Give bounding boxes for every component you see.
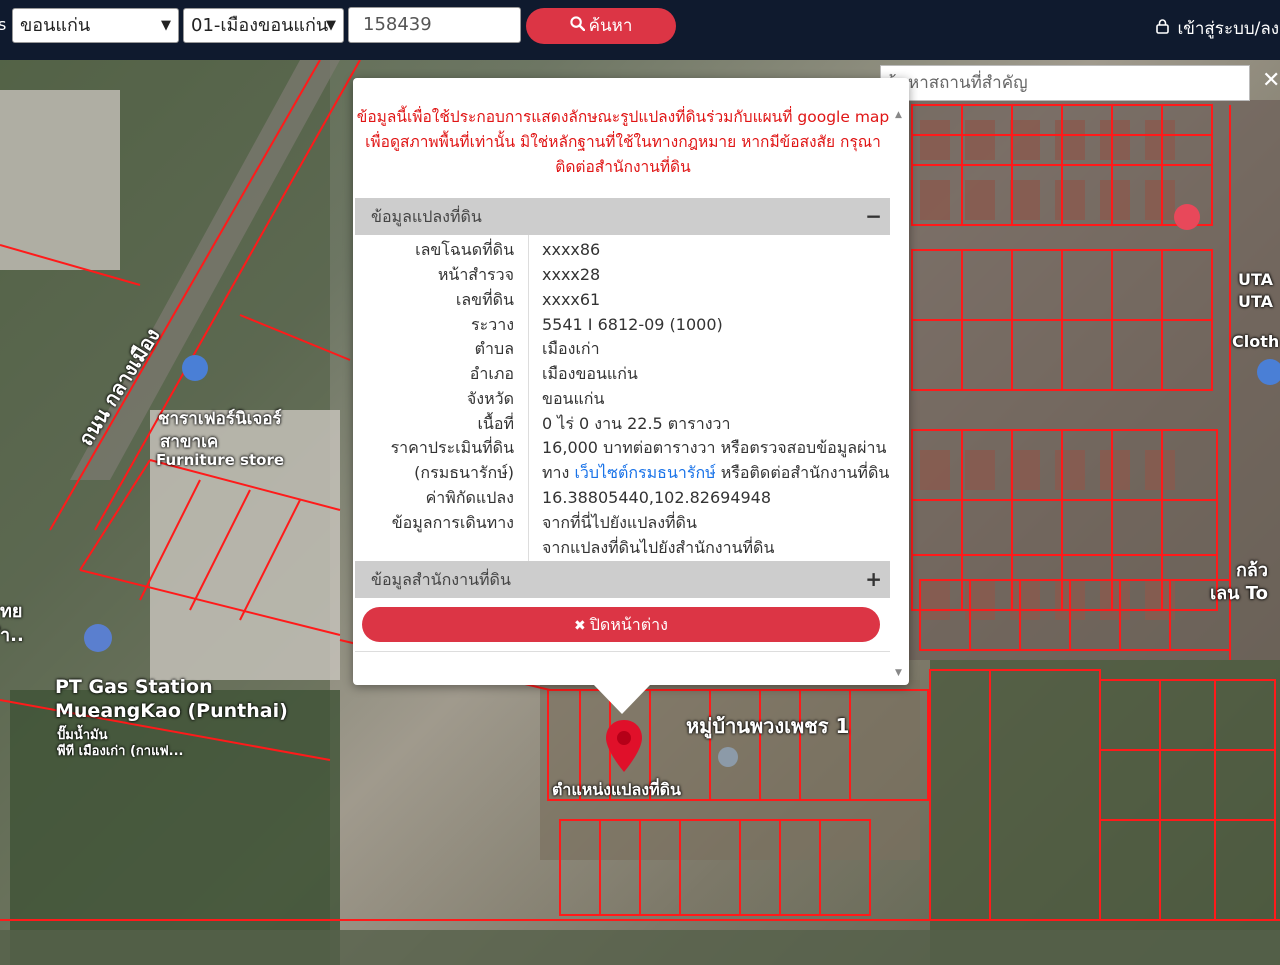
login-label: เข้าสู่ระบบ/ลง — [1177, 19, 1280, 39]
land-info-table: เลขโฉนดที่ดิน xxxx86 หน้าสำรวจ xxxx28 เล… — [355, 235, 890, 562]
furniture-store-label-3: Furniture store — [156, 451, 285, 469]
field-value: 16,000 บาทต่อตารางวา หรือตรวจสอบข้อมูลผ่… — [542, 438, 887, 457]
collapse-icon[interactable]: − — [865, 198, 882, 235]
gas-station-label-2: MueangKao (Punthai) — [55, 700, 288, 722]
top-navbar: s ขอนแก่น ▼ 01-เมืองขอนแก่น ▼ 158439 ค้น… — [0, 0, 1280, 52]
popup-pointer — [593, 684, 651, 714]
deed-number-input[interactable]: 158439 — [348, 7, 521, 43]
search-button-label: ค้นหา — [588, 16, 633, 36]
chevron-down-icon: ▼ — [161, 18, 171, 33]
location-pin-icon[interactable] — [604, 718, 644, 778]
search-icon — [570, 8, 585, 44]
district-select-value: 01-เมืองขอนแก่น — [191, 15, 329, 36]
land-info-section-header[interactable]: ข้อมูลแปลงที่ดิน − — [355, 198, 890, 235]
close-icon[interactable]: ✕ — [1262, 68, 1280, 93]
field-value: ทาง เว็บไซต์กรมธนารักษ์ หรือติดต่อสำนักง… — [542, 461, 889, 486]
divider — [355, 651, 890, 652]
field-label: หน้าสำรวจ — [437, 265, 514, 284]
disclaimer-line: เพื่อดูสภาพพื้นที่เท่านั้น มิใช่หลักฐานท… — [365, 133, 881, 151]
close-icon: ✖ — [574, 618, 586, 634]
right-edge-label: UTA — [1238, 270, 1274, 289]
parcel-info-popup: ข้อมูลนี้เพื่อใช้ประกอบการแสดงลักษณะรูปแ… — [353, 78, 909, 685]
disclaimer-line: ข้อมูลนี้เพื่อใช้ประกอบการแสดงลักษณะรูปแ… — [356, 108, 890, 126]
field-label: ข้อมูลการเดินทาง — [391, 513, 514, 532]
right-edge-label-3: Cloth — [1232, 332, 1280, 351]
scroll-up-icon[interactable]: ▲ — [895, 110, 902, 120]
field-label: ตำบล — [474, 339, 514, 358]
field-text: หรือติดต่อสำนักงานที่ดิน — [720, 463, 890, 482]
navbar-left-fragment: s — [0, 15, 7, 34]
field-value: ขอนแก่น — [542, 389, 605, 408]
field-value: เมืองขอนแก่น — [542, 364, 638, 383]
coordinates-link[interactable]: 16.38805440,102.82694948 — [542, 486, 771, 511]
directions-to-parcel-link[interactable]: จากที่นี่ไปยังแปลงที่ดิน — [542, 511, 697, 536]
directions-to-office-link[interactable]: จากแปลงที่ดินไปยังสำนักงานที่ดิน — [542, 536, 774, 561]
disclaimer-line: ติดต่อสำนักงานที่ดิน — [555, 158, 691, 176]
place-search-input[interactable]: ค้นหาสถานที่สำคัญ — [880, 65, 1250, 101]
field-label: ระวาง — [471, 315, 514, 334]
field-label: (กรมธนารักษ์) — [414, 463, 514, 482]
close-window-label: ปิดหน้าต่าง — [589, 615, 668, 634]
province-select-value: ขอนแก่น — [20, 15, 91, 36]
field-label: อำเภอ — [469, 364, 514, 383]
lock-icon — [1156, 19, 1173, 38]
province-select[interactable]: ขอนแก่น ▼ — [12, 8, 179, 43]
expand-icon[interactable]: + — [865, 561, 882, 598]
right-edge-label-2: UTA — [1238, 292, 1274, 311]
gas-station-label: PT Gas Station — [55, 676, 213, 698]
field-label: เลขโฉนดที่ดิน — [415, 240, 514, 259]
parcel-location-label: ตำแหน่งแปลงที่ดิน — [552, 780, 681, 799]
field-value: xxxx28 — [542, 265, 601, 284]
field-label: ค่าพิกัดแปลง — [425, 488, 514, 507]
chevron-down-icon: ▼ — [326, 18, 336, 33]
field-value: เมืองเก่า — [542, 339, 600, 358]
disclaimer-text: ข้อมูลนี้เพื่อใช้ประกอบการแสดงลักษณะรูปแ… — [353, 105, 893, 180]
scroll-down-icon[interactable]: ▼ — [895, 668, 902, 678]
field-value: 5541 I 6812-09 (1000) — [542, 315, 723, 334]
district-select[interactable]: 01-เมืองขอนแก่น ▼ — [183, 8, 344, 43]
office-info-section-title: ข้อมูลสำนักงานที่ดิน — [371, 570, 511, 589]
office-info-section-header[interactable]: ข้อมูลสำนักงานที่ดิน + — [355, 561, 890, 598]
field-label: เลขที่ดิน — [455, 290, 514, 309]
field-value: 0 ไร่ 0 งาน 22.5 ตารางวา — [542, 414, 731, 433]
field-label: จังหวัด — [466, 389, 514, 408]
treasury-website-link[interactable]: เว็บไซต์กรมธนารักษ์ — [574, 463, 715, 482]
left-edge-label-2: ำ.. — [0, 625, 24, 646]
field-label: ราคาประเมินที่ดิน — [390, 438, 514, 457]
field-text: ทาง — [542, 463, 570, 482]
field-value: xxxx61 — [542, 290, 601, 309]
field-value: xxxx86 — [542, 240, 601, 259]
land-info-section-title: ข้อมูลแปลงที่ดิน — [371, 207, 482, 226]
close-window-button[interactable]: ✖ ปิดหน้าต่าง — [362, 607, 880, 642]
login-link[interactable]: เข้าสู่ระบบ/ลง — [1156, 15, 1279, 42]
field-label: เนื้อที่ — [477, 414, 514, 433]
village-label: หมู่บ้านพวงเพชร 1 — [686, 714, 850, 738]
gas-station-label-4: พีที เมืองเก่า (กาแฟ... — [57, 744, 184, 759]
search-button[interactable]: ค้นหา — [526, 8, 676, 44]
column-divider — [528, 235, 529, 562]
right-edge-label-5: เลน To — [1210, 583, 1269, 604]
